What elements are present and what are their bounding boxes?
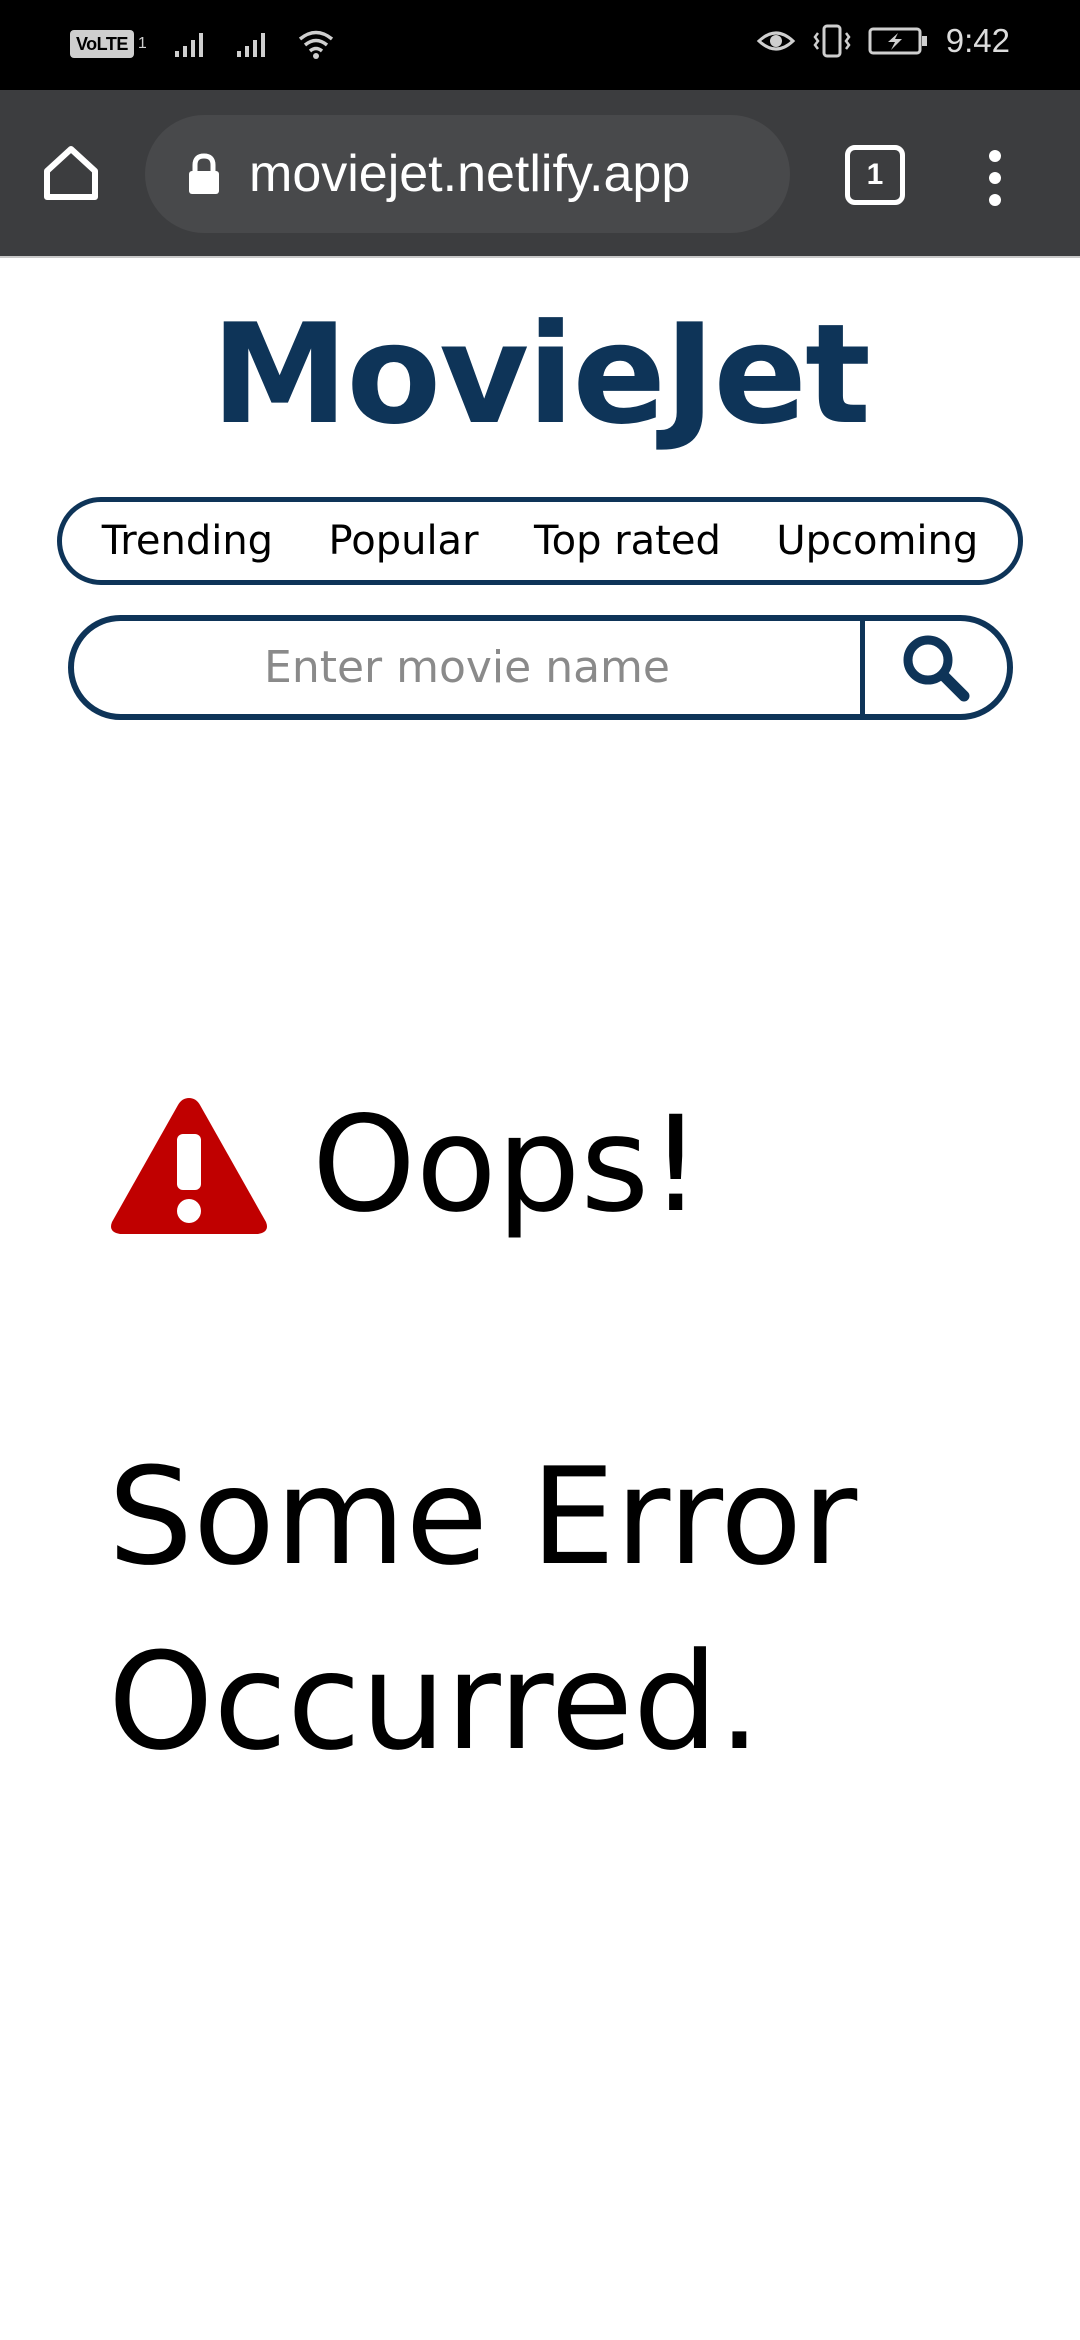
- tab-count: 1: [866, 158, 884, 191]
- address-bar[interactable]: moviejet.netlify.app: [145, 115, 790, 233]
- error-title: Oops!: [312, 1088, 703, 1242]
- status-time: 9:42: [945, 22, 1010, 59]
- nav-item-upcoming[interactable]: Upcoming: [776, 518, 978, 564]
- status-left-group: VoLTE 1: [70, 28, 335, 60]
- nav-item-trending[interactable]: Trending: [102, 518, 273, 564]
- url-text: moviejet.netlify.app: [249, 145, 691, 203]
- search-input[interactable]: [74, 621, 860, 714]
- battery-charging-icon: [868, 27, 927, 55]
- browser-toolbar: moviejet.netlify.app 1: [0, 90, 1080, 258]
- nav-item-popular[interactable]: Popular: [329, 518, 479, 564]
- home-icon: [44, 146, 98, 200]
- more-vert-icon: [989, 150, 1001, 206]
- site-logo[interactable]: MovieJet: [0, 300, 1080, 450]
- error-message: Some Error Occurred.: [108, 1439, 858, 1780]
- signal-icon: [174, 33, 203, 57]
- vibrate-icon: [813, 24, 851, 58]
- home-button[interactable]: [38, 140, 104, 206]
- status-right-group: 9:42: [756, 22, 1010, 60]
- wifi-icon: [298, 30, 333, 59]
- category-nav: Trending Popular Top rated Upcoming: [57, 497, 1023, 585]
- error-heading: Oops!: [106, 1090, 702, 1240]
- volte-indicator: VoLTE 1: [70, 30, 147, 58]
- status-bar: VoLTE 1 9:42: [0, 0, 1080, 90]
- signal-icon: [236, 33, 265, 57]
- lock-icon: [189, 153, 219, 194]
- volte-sim-number: 1: [137, 35, 147, 52]
- search-button[interactable]: [860, 621, 1007, 714]
- more-options-button[interactable]: [980, 148, 1010, 208]
- search-bar: [68, 615, 1013, 720]
- volte-badge: VoLTE: [70, 30, 134, 58]
- warning-icon: [111, 1098, 267, 1234]
- tabs-button[interactable]: 1: [845, 145, 905, 205]
- eye-icon: [756, 31, 795, 51]
- search-icon: [903, 635, 970, 701]
- nav-item-top-rated[interactable]: Top rated: [534, 518, 721, 564]
